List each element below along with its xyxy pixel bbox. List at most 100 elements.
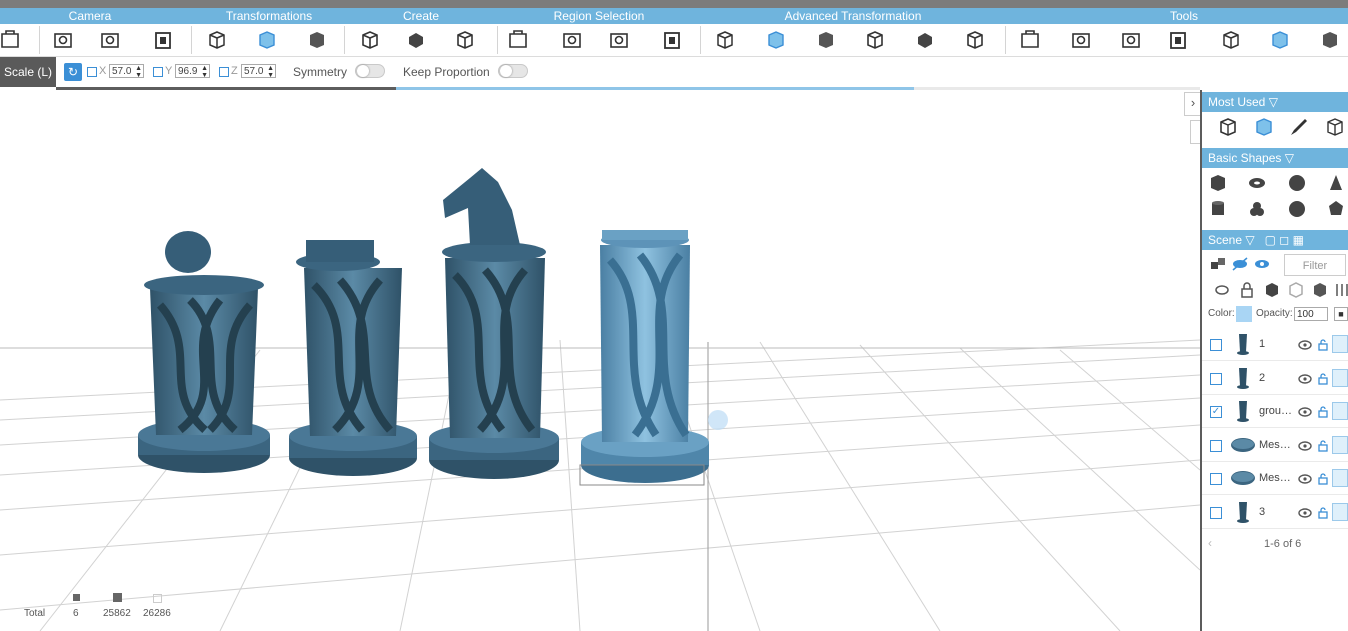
adv-shape-2-icon[interactable]: [763, 27, 789, 53]
hide-eye-icon[interactable]: [1229, 253, 1251, 275]
z-axis-checkbox[interactable]: [219, 67, 229, 77]
symmetry-toggle[interactable]: [355, 64, 385, 78]
scale-icon[interactable]: [1253, 116, 1275, 138]
lock-icon[interactable]: [1318, 372, 1328, 390]
solid-column-icon[interactable]: [1261, 279, 1283, 301]
create-extrude-icon[interactable]: [403, 27, 429, 53]
x-axis-checkbox[interactable]: [87, 67, 97, 77]
adv-shape-1-icon[interactable]: [712, 27, 738, 53]
scene-object-row[interactable]: 3: [1202, 496, 1348, 529]
render-mode-icon[interactable]: [1332, 368, 1348, 387]
lock-icon[interactable]: [1318, 405, 1328, 423]
refresh-icon[interactable]: ↻: [64, 63, 82, 81]
camera-frame-icon[interactable]: [150, 27, 176, 53]
wire-column-icon[interactable]: [1285, 279, 1307, 301]
columns-icon[interactable]: [1331, 279, 1348, 301]
show-eye-icon[interactable]: [1251, 253, 1273, 275]
scene-objects-icon[interactable]: [1207, 253, 1229, 275]
category-create[interactable]: Create: [403, 8, 439, 24]
chevron-left-icon[interactable]: ‹: [1208, 536, 1212, 550]
scene-header[interactable]: Scene ▽ ▢ ◻ ▦: [1202, 230, 1348, 250]
viewport-canvas[interactable]: [0, 90, 1200, 631]
render-mode-icon[interactable]: [1332, 469, 1348, 488]
filter-input[interactable]: Filter: [1284, 254, 1346, 276]
box-icon[interactable]: [1324, 116, 1346, 138]
visibility-eye-icon[interactable]: [1298, 472, 1312, 490]
tool-7-icon[interactable]: [1317, 27, 1343, 53]
opacity-input[interactable]: 100: [1294, 307, 1328, 321]
visibility-eye-icon[interactable]: [1298, 405, 1312, 423]
region-select-icon[interactable]: [559, 27, 585, 53]
opacity-apply-icon[interactable]: ■: [1334, 307, 1348, 321]
category-advanced-transformation[interactable]: Advanced Transformation: [785, 8, 922, 24]
brush-icon[interactable]: [1288, 116, 1310, 138]
camera-snapshot-icon[interactable]: [97, 27, 123, 53]
region-cut-icon[interactable]: [659, 27, 685, 53]
render-mode-icon[interactable]: [1332, 435, 1348, 454]
adv-shape-5-icon[interactable]: [912, 27, 938, 53]
region-bound-icon[interactable]: [606, 27, 632, 53]
lock-icon[interactable]: [1318, 472, 1328, 490]
x-scale-input[interactable]: 57.0 ▲ ▼: [109, 64, 144, 78]
y-scale-input[interactable]: 96.9 ▲ ▼: [175, 64, 210, 78]
tool-6-icon[interactable]: [1267, 27, 1293, 53]
object-checkbox[interactable]: [1210, 473, 1222, 486]
visibility-column-icon[interactable]: [1211, 279, 1233, 301]
tool-1-icon[interactable]: [1017, 27, 1043, 53]
tool-5-icon[interactable]: [1218, 27, 1244, 53]
cone-shape-icon[interactable]: [1325, 172, 1347, 194]
cube-shape-icon[interactable]: [1207, 172, 1229, 194]
flat-column-icon[interactable]: [1309, 279, 1331, 301]
render-mode-icon[interactable]: [1332, 503, 1348, 521]
geodesic-shape-icon[interactable]: [1286, 198, 1308, 220]
camera-reset-icon[interactable]: [50, 27, 76, 53]
move-icon[interactable]: [1217, 116, 1239, 138]
scene-object-row[interactable]: Mes…: [1202, 462, 1348, 496]
object-checkbox[interactable]: [1210, 507, 1222, 519]
spheres-shape-icon[interactable]: [1246, 198, 1268, 220]
tool-2-icon[interactable]: [1068, 27, 1094, 53]
y-axis-checkbox[interactable]: [153, 67, 163, 77]
scene-object-row[interactable]: ✓ grou…: [1202, 395, 1348, 429]
lock-column-icon[interactable]: [1236, 279, 1258, 301]
lock-icon[interactable]: [1318, 506, 1328, 524]
object-checkbox[interactable]: [1210, 339, 1222, 351]
transform-rotate-icon[interactable]: [304, 27, 330, 53]
lock-icon[interactable]: [1318, 338, 1328, 356]
object-checkbox[interactable]: [1210, 372, 1222, 385]
transform-scale-icon[interactable]: [254, 27, 280, 53]
region-cube-icon[interactable]: [505, 27, 531, 53]
polyhedron-shape-icon[interactable]: [1325, 198, 1347, 220]
visibility-eye-icon[interactable]: [1298, 506, 1312, 524]
object-checkbox[interactable]: ✓: [1210, 406, 1222, 419]
sphere-shape-icon[interactable]: [1286, 172, 1308, 194]
category-camera[interactable]: Camera: [69, 8, 112, 24]
lock-icon[interactable]: [1318, 439, 1328, 457]
scene-object-row[interactable]: 2: [1202, 362, 1348, 395]
create-mesh-icon[interactable]: [452, 27, 478, 53]
3d-viewport[interactable]: [0, 90, 1200, 631]
torus-shape-icon[interactable]: [1246, 172, 1268, 194]
render-mode-icon[interactable]: [1332, 335, 1348, 353]
visibility-eye-icon[interactable]: [1298, 372, 1312, 390]
adv-shape-3-icon[interactable]: [813, 27, 839, 53]
tool-4-icon[interactable]: [1165, 27, 1191, 53]
camera-front-icon[interactable]: [0, 27, 23, 53]
color-swatch[interactable]: [1236, 306, 1252, 322]
basic-shapes-header[interactable]: Basic Shapes ▽: [1202, 148, 1348, 168]
keep-proportion-toggle[interactable]: [498, 64, 528, 78]
object-checkbox[interactable]: [1210, 439, 1222, 452]
transform-move-icon[interactable]: [204, 27, 230, 53]
scene-object-row[interactable]: Mes…: [1202, 429, 1348, 462]
render-mode-icon[interactable]: [1332, 402, 1348, 421]
category-tools[interactable]: Tools: [1170, 8, 1198, 24]
adv-shape-6-icon[interactable]: [962, 27, 988, 53]
visibility-eye-icon[interactable]: [1298, 338, 1312, 356]
category-region-selection[interactable]: Region Selection: [554, 8, 645, 24]
tool-3-icon[interactable]: [1118, 27, 1144, 53]
scene-object-row[interactable]: 1: [1202, 328, 1348, 361]
adv-shape-4-icon[interactable]: [862, 27, 888, 53]
visibility-eye-icon[interactable]: [1298, 439, 1312, 457]
z-scale-input[interactable]: 57.0 ▲ ▼: [241, 64, 276, 78]
category-transformations[interactable]: Transformations: [226, 8, 312, 24]
